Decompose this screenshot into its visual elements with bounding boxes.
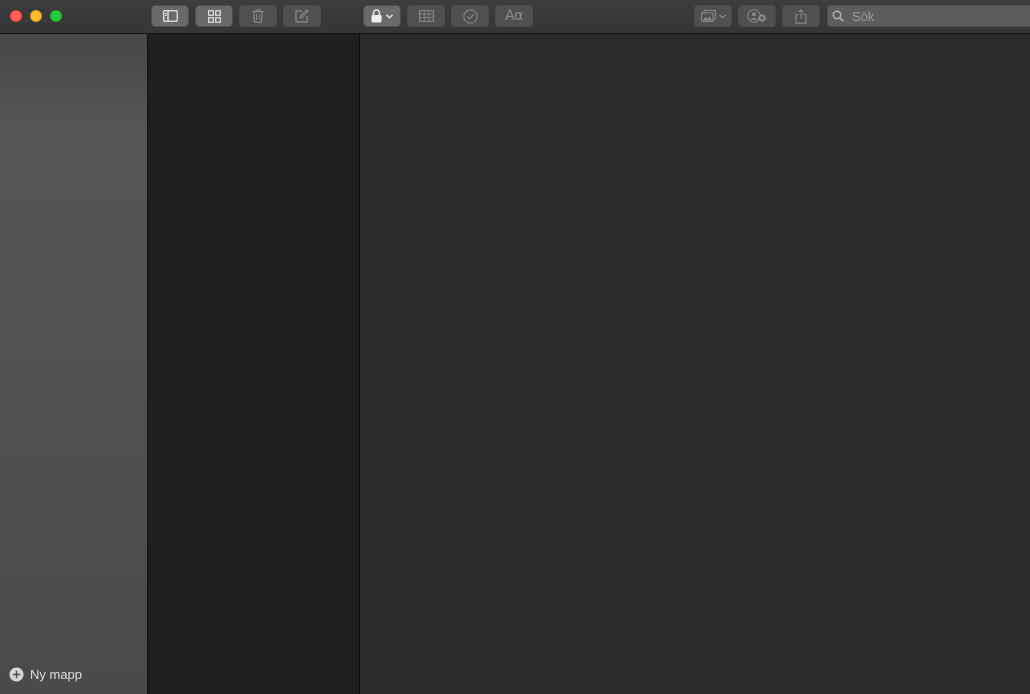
- close-window-button[interactable]: [10, 10, 22, 22]
- media-button[interactable]: [694, 5, 732, 27]
- grid-icon: [207, 9, 221, 23]
- share-icon: [795, 8, 807, 24]
- text-format-icon: Aα: [505, 8, 523, 24]
- sidebar-toggle-button[interactable]: [151, 5, 189, 27]
- compose-icon: [295, 9, 309, 23]
- search-field[interactable]: [827, 5, 1030, 27]
- trash-icon: [252, 9, 264, 23]
- lock-note-button[interactable]: [363, 5, 401, 27]
- sidebar-icon: [162, 10, 178, 22]
- gallery-view-button[interactable]: [195, 5, 233, 27]
- photo-icon: [700, 10, 716, 22]
- minimize-window-button[interactable]: [30, 10, 42, 22]
- chevron-down-icon: [386, 13, 393, 19]
- new-folder-button[interactable]: Ny mapp: [9, 667, 82, 682]
- checkmark-circle-icon: [462, 8, 478, 24]
- lock-icon: [371, 9, 382, 23]
- new-folder-label: Ny mapp: [30, 667, 83, 682]
- notes-window: Aα Sök Ny mapp: [0, 0, 1030, 694]
- table-icon: [418, 10, 434, 22]
- text-format-button[interactable]: Aα: [495, 5, 533, 27]
- delete-button[interactable]: [239, 5, 277, 27]
- new-note-button[interactable]: [283, 5, 321, 27]
- search-icon: [828, 10, 850, 22]
- add-people-icon: [747, 9, 766, 23]
- folder-sidebar: Ny mapp: [0, 34, 148, 694]
- share-button[interactable]: [782, 5, 820, 27]
- chevron-down-icon: [718, 13, 726, 19]
- checklist-button[interactable]: [451, 5, 489, 27]
- table-button[interactable]: [407, 5, 445, 27]
- zoom-window-button[interactable]: [50, 10, 62, 22]
- note-list[interactable]: [148, 34, 360, 694]
- search-input[interactable]: [850, 8, 1030, 24]
- note-editor[interactable]: [360, 34, 1030, 694]
- toolbar: Aα: [0, 0, 1030, 34]
- add-people-button[interactable]: [738, 5, 776, 27]
- plus-circle-icon: [9, 667, 24, 682]
